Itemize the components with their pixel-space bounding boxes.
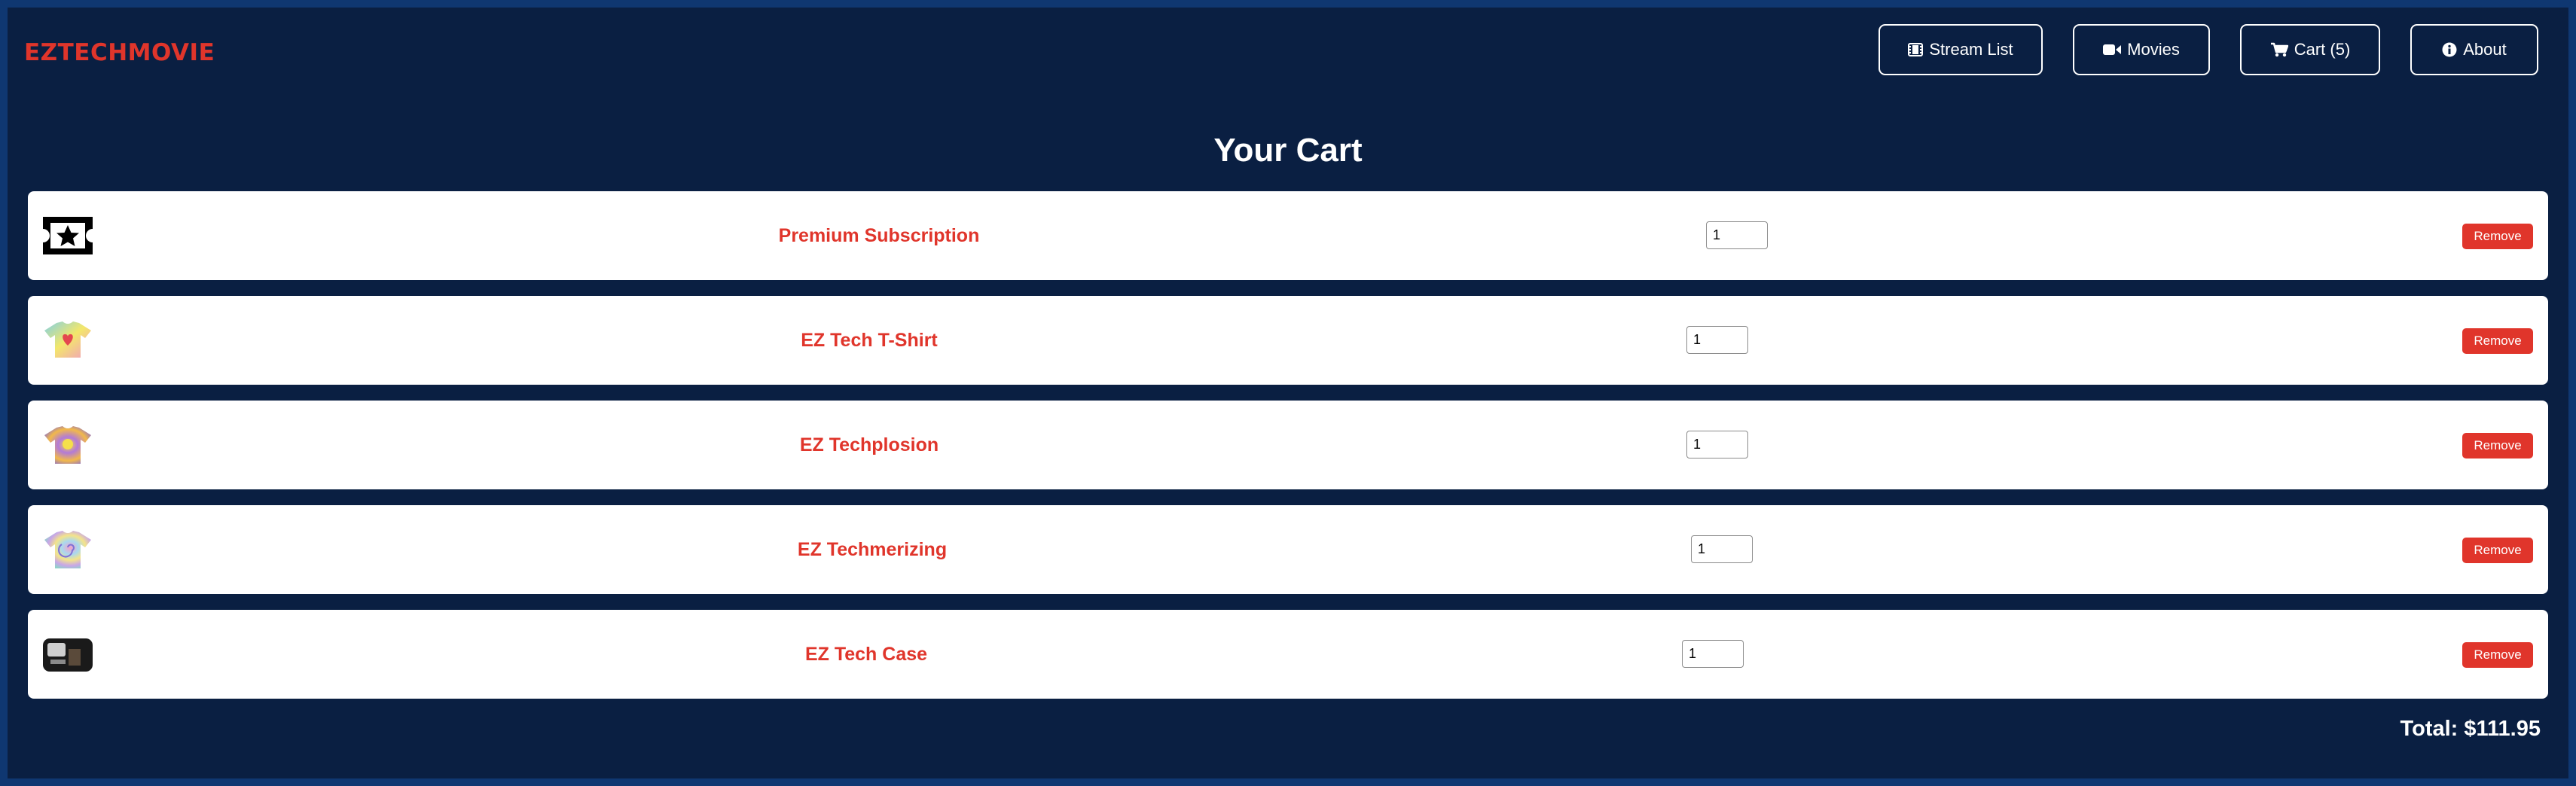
cart-item: EZ Techmerizing Remove <box>28 505 2548 594</box>
video-camera-icon <box>2103 44 2122 56</box>
nav-cart-button[interactable]: Cart (5) <box>2240 24 2380 75</box>
nav-cart-label: Cart (5) <box>2294 40 2351 59</box>
ticket-star-icon <box>41 215 94 256</box>
nav-stream-list-button[interactable]: Stream List <box>1879 24 2043 75</box>
item-name: EZ Techplosion <box>799 434 939 455</box>
remove-button[interactable]: Remove <box>2462 642 2533 668</box>
shopping-cart-icon <box>2270 42 2288 57</box>
app-frame: EZTECHMOVIE Stream List Movies Cart (5) … <box>0 0 2576 786</box>
item-name: Premium Subscription <box>778 225 980 246</box>
film-icon <box>1908 43 1924 56</box>
remove-button[interactable]: Remove <box>2462 224 2533 249</box>
item-name: EZ Tech T-Shirt <box>801 330 938 351</box>
tshirt-heart-image <box>41 320 94 361</box>
nav-about-button[interactable]: About <box>2410 24 2538 75</box>
quantity-input[interactable] <box>1686 431 1748 458</box>
cart-item: Premium Subscription Remove <box>28 191 2548 280</box>
cart-total: Total: $111.95 <box>2400 717 2541 741</box>
phone-case-image <box>41 634 94 675</box>
nav-about-label: About <box>2463 40 2507 59</box>
header: EZTECHMOVIE Stream List Movies Cart (5) … <box>8 8 2568 92</box>
quantity-input[interactable] <box>1682 640 1744 668</box>
page-title: Your Cart <box>1213 132 1363 169</box>
remove-button[interactable]: Remove <box>2462 328 2533 354</box>
item-name: EZ Tech Case <box>804 644 928 665</box>
cart-item: EZ Tech Case Remove <box>28 610 2548 699</box>
nav-movies-label: Movies <box>2127 40 2180 59</box>
cart-item: EZ Techplosion Remove <box>28 401 2548 489</box>
cart-page: Your Cart Premium Subscription Remove <box>8 92 2568 778</box>
quantity-input[interactable] <box>1706 221 1768 249</box>
quantity-input[interactable] <box>1686 326 1748 354</box>
remove-button[interactable]: Remove <box>2462 538 2533 563</box>
tshirt-tiedye-burst-image <box>41 425 94 465</box>
remove-button[interactable]: Remove <box>2462 433 2533 458</box>
nav-stream-list-label: Stream List <box>1929 40 2013 59</box>
brand-logo[interactable]: EZTECHMOVIE <box>24 39 215 66</box>
cart-item: EZ Tech T-Shirt Remove <box>28 296 2548 385</box>
item-name: EZ Techmerizing <box>797 539 948 560</box>
quantity-input[interactable] <box>1691 535 1753 563</box>
tshirt-spiral-image <box>41 529 94 570</box>
info-circle-icon <box>2442 42 2457 57</box>
nav-movies-button[interactable]: Movies <box>2073 24 2210 75</box>
